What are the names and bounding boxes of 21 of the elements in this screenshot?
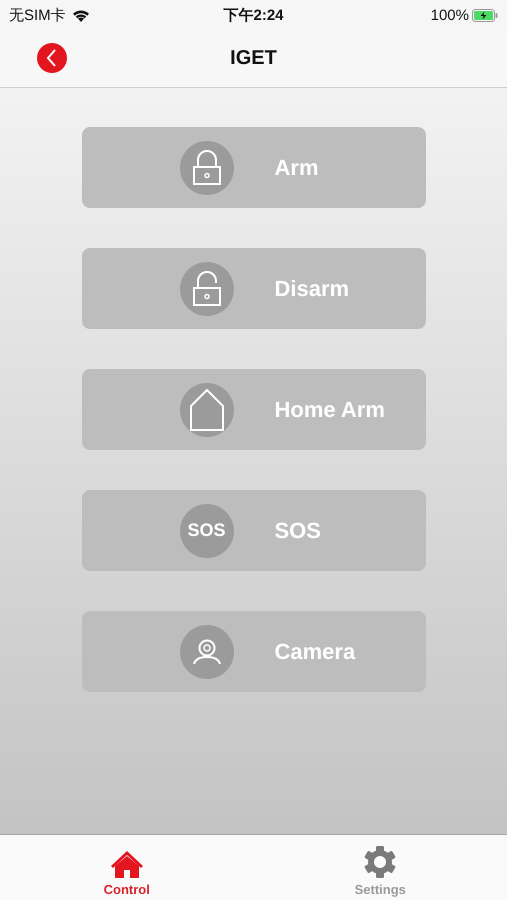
tab[interactable]: Settings <box>254 835 507 900</box>
action-button[interactable]: SOS SOS <box>82 490 426 571</box>
webcam-icon <box>192 638 222 664</box>
house-icon <box>110 849 144 879</box>
wifi-icon <box>72 8 90 22</box>
battery-text: 100% <box>430 6 469 24</box>
house-icon <box>188 388 224 432</box>
back-button[interactable] <box>37 43 67 73</box>
action-button[interactable]: Home Arm <box>82 369 426 450</box>
time-text: 下午2:24 <box>223 6 284 24</box>
padlock-icon <box>192 150 220 186</box>
settings-icon <box>363 845 398 879</box>
battery-icon <box>472 8 498 22</box>
sos-icon-text: SOS <box>187 520 226 541</box>
open-padlock-icon <box>192 270 220 306</box>
action-button[interactable]: Arm <box>82 127 426 208</box>
action-button[interactable]: Disarm <box>82 248 426 329</box>
tab[interactable]: Control <box>0 835 254 900</box>
action-button[interactable]: Camera <box>82 611 426 692</box>
carrier-text: 无SIM卡 <box>9 6 66 24</box>
nav-title: IGET <box>230 47 277 70</box>
